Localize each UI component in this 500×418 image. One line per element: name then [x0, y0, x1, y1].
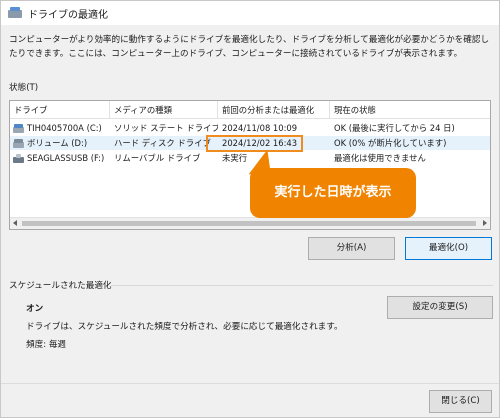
- hdd-drive-icon: [13, 138, 24, 148]
- drive-optimization-window: ドライブの最適化 コンピューターがより効率的に動作するようにドライブを最適化した…: [0, 0, 500, 418]
- usb-drive-icon: [13, 153, 24, 163]
- ssd-drive-icon: [13, 123, 24, 133]
- description-text: コンピューターがより効率的に動作するようにドライブを最適化したり、ドライブを分析…: [9, 35, 490, 59]
- drive-name: TIH0405700A (C:): [27, 123, 102, 133]
- annotation-callout: 実行した日時が表示: [250, 168, 416, 218]
- media-type-cell: ソリッド ステート ドライブ: [114, 123, 218, 133]
- schedule-state: オン: [26, 304, 44, 314]
- column-header-drive[interactable]: ドライブ: [10, 101, 110, 119]
- table-row[interactable]: TIH0405700A (C:) ソリッド ステート ドライブ 2024/11/…: [10, 121, 490, 135]
- drive-name: SEAGLASSUSB (F:): [27, 153, 105, 163]
- defrag-icon: [8, 7, 22, 19]
- section-divider: [111, 285, 493, 286]
- drive-list-header: ドライブ メディアの種類 前回の分析または最適化 現在の状態: [10, 101, 490, 119]
- media-type-cell: ハード ディスク ドライブ: [114, 138, 211, 148]
- schedule-description: ドライブは、スケジュールされた頻度で分析され、必要に応じて最適化されます。: [26, 322, 343, 332]
- column-header-media-type[interactable]: メディアの種類: [110, 101, 218, 119]
- window-title: ドライブの最適化: [28, 9, 108, 21]
- last-run-highlight-box: [206, 135, 303, 152]
- drive-name: ボリューム (D:): [27, 138, 88, 148]
- scheduled-optimization-label: スケジュールされた最適化: [9, 281, 112, 291]
- horizontal-scrollbar[interactable]: [10, 217, 490, 229]
- column-header-current-status[interactable]: 現在の状態: [330, 101, 490, 119]
- status-label: 状態(T): [9, 83, 39, 93]
- close-button[interactable]: 閉じる(C): [429, 390, 492, 413]
- drive-name-cell: SEAGLASSUSB (F:): [10, 151, 110, 165]
- media-type-cell: リムーバブル ドライブ: [114, 153, 201, 163]
- current-status-cell: OK (0% が断片化しています): [334, 138, 447, 148]
- scroll-right-icon[interactable]: [483, 220, 487, 226]
- analyze-button[interactable]: 分析(A): [308, 237, 395, 260]
- drive-name-cell: ボリューム (D:): [10, 136, 110, 150]
- last-run-cell: 未実行: [222, 153, 248, 163]
- drive-name-cell: TIH0405700A (C:): [10, 121, 110, 135]
- schedule-frequency: 頻度: 毎週: [26, 340, 67, 350]
- scrollbar-thumb[interactable]: [22, 221, 476, 226]
- current-status-cell: 最適化は使用できません: [334, 153, 426, 163]
- last-run-cell: 2024/11/08 10:09: [222, 123, 298, 133]
- scroll-left-icon[interactable]: [13, 220, 17, 226]
- change-settings-button[interactable]: 設定の変更(S): [387, 296, 493, 319]
- column-header-last-run[interactable]: 前回の分析または最適化: [218, 101, 330, 119]
- title-bar: ドライブの最適化: [1, 1, 499, 25]
- current-status-cell: OK (最後に実行してから 24 日): [334, 123, 455, 133]
- optimize-button[interactable]: 最適化(O): [405, 237, 492, 260]
- footer-divider: [1, 383, 499, 384]
